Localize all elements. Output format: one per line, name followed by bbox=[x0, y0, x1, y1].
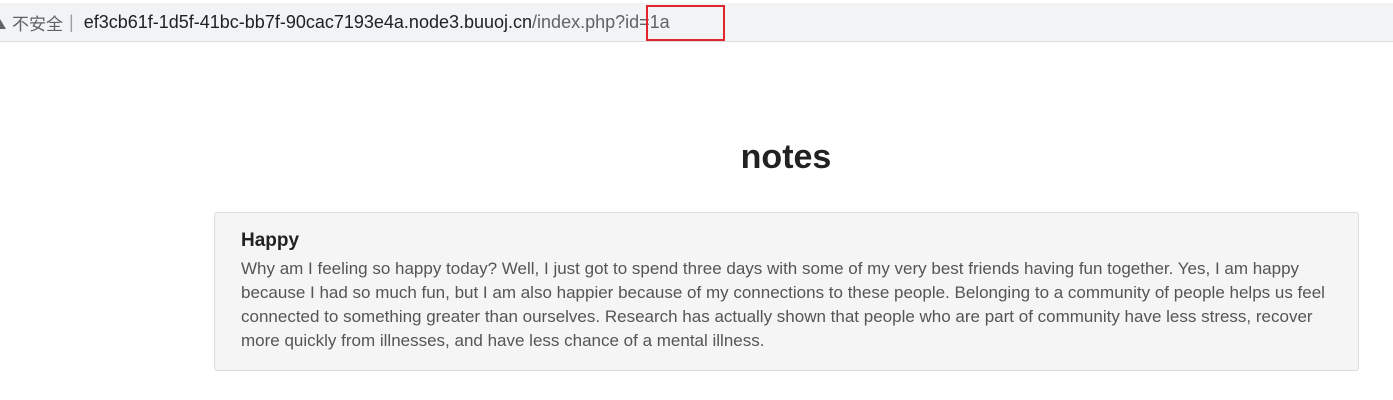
url-host[interactable]: ef3cb61f-1d5f-41bc-bb7f-90cac7193e4a.nod… bbox=[84, 12, 532, 33]
url-path[interactable]: /index.php bbox=[532, 12, 615, 33]
url-query[interactable]: ?id=1a bbox=[615, 12, 670, 33]
page-title: notes bbox=[740, 138, 832, 176]
url-separator: | bbox=[69, 12, 74, 32]
not-secure-warning-icon[interactable] bbox=[0, 16, 6, 30]
note-card: Happy Why am I feeling so happy today? W… bbox=[214, 212, 1359, 371]
note-heading: Happy bbox=[241, 230, 300, 251]
note-body: Why am I feeling so happy today? Well, I… bbox=[241, 259, 1325, 350]
url-display[interactable]: 不安全 | ef3cb61f-1d5f-41bc-bb7f-90cac7193e… bbox=[0, 3, 670, 42]
security-status-label[interactable]: 不安全 bbox=[12, 10, 63, 35]
address-bar[interactable]: 不安全 | ef3cb61f-1d5f-41bc-bb7f-90cac7193e… bbox=[0, 3, 1393, 42]
